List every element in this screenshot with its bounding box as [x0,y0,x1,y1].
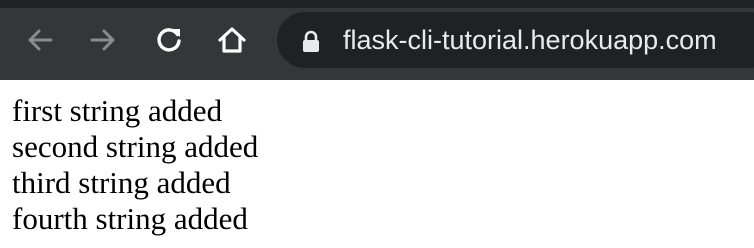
reload-button[interactable] [149,20,189,60]
browser-toolbar: flask-cli-tutorial.herokuapp.com [0,0,754,80]
text-line: fourth string added [12,201,248,236]
arrow-right-icon [90,29,115,51]
address-bar[interactable]: flask-cli-tutorial.herokuapp.com [277,12,754,68]
back-button[interactable] [20,20,60,60]
text-line: first string added [12,93,223,128]
lock-icon[interactable] [301,30,321,52]
text-line: second string added [12,129,259,164]
forward-button[interactable] [83,20,123,60]
url-text[interactable]: flask-cli-tutorial.herokuapp.com [343,24,717,56]
page-content: first string added second string added t… [12,93,742,237]
text-line: third string added [12,165,231,200]
arrow-left-icon [28,29,53,51]
tab-strip [0,0,754,8]
reload-icon [157,28,181,52]
home-icon [218,27,246,53]
home-button[interactable] [212,20,252,60]
